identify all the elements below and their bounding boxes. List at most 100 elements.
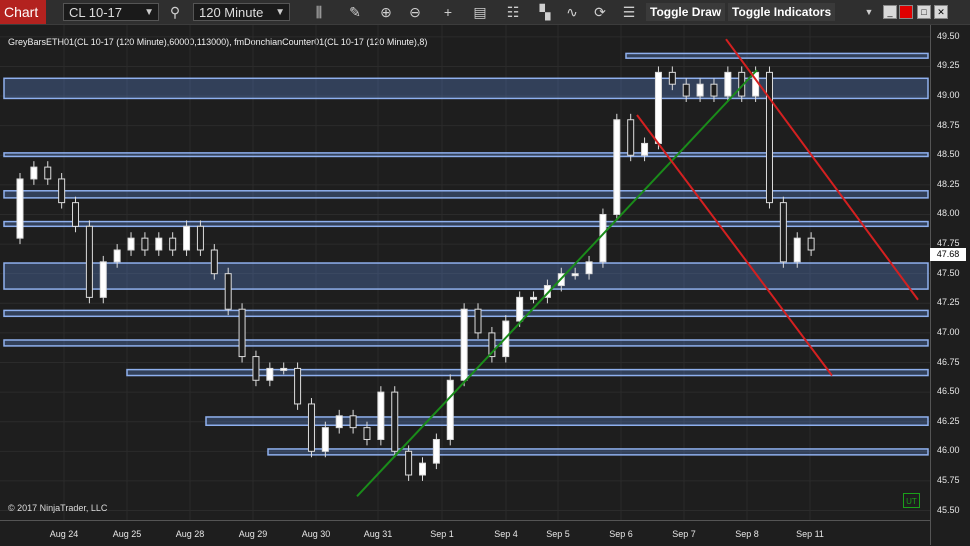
chevron-down-icon: ▼ — [275, 7, 285, 18]
price-tick-label: 46.25 — [937, 415, 960, 426]
bar-style-icon[interactable]: ⫼ — [310, 3, 328, 21]
time-tick-label: Aug 31 — [363, 529, 393, 539]
candle-body — [377, 391, 385, 440]
maximize-button[interactable]: □ — [917, 5, 931, 19]
zoom-in-icon[interactable]: ⊕ — [377, 3, 395, 21]
candle-body — [779, 202, 787, 263]
candle-body — [294, 367, 302, 405]
candle-body — [44, 166, 52, 180]
candle-body — [127, 237, 135, 251]
time-tick-label: Aug 24 — [49, 529, 79, 539]
price-tick-label: 45.75 — [937, 474, 960, 485]
support-resistance-zone — [3, 262, 929, 290]
toggle-draw-button[interactable]: Toggle Draw — [646, 3, 726, 21]
support-resistance-zone — [3, 152, 929, 158]
search-icon[interactable]: ⚲ — [166, 3, 184, 21]
price-tick-label: 47.00 — [937, 326, 960, 337]
time-tick-label: Sep 6 — [609, 529, 633, 539]
candle-body — [16, 178, 24, 239]
candle-body — [141, 237, 149, 251]
candle-body — [307, 403, 315, 452]
candle-body — [321, 427, 329, 452]
chart-window-label: Chart — [0, 0, 46, 24]
toggle-indicators-button[interactable]: Toggle Indicators — [728, 3, 836, 21]
candle-body — [599, 213, 607, 263]
candle-body — [169, 237, 177, 251]
price-tick-label: 47.75 — [937, 238, 960, 249]
candle-body — [571, 273, 579, 277]
candle-body — [363, 427, 371, 440]
candle-body — [335, 415, 343, 429]
support-resistance-zone — [3, 77, 929, 100]
chart-svg — [0, 25, 930, 520]
interval-selector[interactable]: 120 Minute ▼ — [193, 3, 290, 21]
candle-body — [419, 462, 426, 476]
time-axis: Aug 24 Aug 25 Aug 28 Aug 29 Aug 30 Aug 31 Sep … — [0, 520, 930, 546]
price-tick-label: 49.50 — [937, 30, 960, 41]
crosshair-icon[interactable]: + — [439, 3, 457, 21]
candle-body — [113, 249, 121, 263]
candle-body — [696, 83, 704, 97]
price-tick-label: 47.25 — [937, 297, 960, 308]
price-tick-label: 49.00 — [937, 90, 960, 101]
candle-body — [238, 308, 246, 358]
support-resistance-zone — [3, 190, 929, 199]
dropdown-arrow-icon[interactable]: ▼ — [860, 3, 878, 21]
candle-body — [266, 367, 274, 381]
support-resistance-zone — [126, 368, 929, 377]
time-tick-label: Sep 1 — [430, 529, 454, 539]
candle-body — [724, 71, 732, 97]
candle-body — [252, 356, 260, 381]
candle-body — [654, 71, 662, 144]
candle-body — [224, 273, 232, 310]
price-tick-label: 45.50 — [937, 504, 960, 515]
candle-body — [516, 296, 524, 322]
strategies-icon[interactable]: ▚ — [536, 3, 554, 21]
reload-icon[interactable]: ⟳ — [591, 3, 609, 21]
indicators-icon[interactable]: ∿ — [563, 3, 581, 21]
candle-body — [196, 225, 204, 251]
candle-body — [627, 119, 635, 156]
support-resistance-zone — [625, 52, 929, 59]
price-tick-label: 49.25 — [937, 60, 960, 71]
time-tick-label: Aug 30 — [301, 529, 331, 539]
candle-body — [530, 296, 538, 300]
instrument-selector[interactable]: CL 10-17 ▼ — [63, 3, 159, 21]
candle-body — [807, 237, 815, 251]
time-tick-label: Sep 11 — [796, 529, 824, 539]
minimize-button[interactable]: _ — [883, 5, 897, 19]
price-tick-label: 46.00 — [937, 445, 960, 456]
candle-body — [613, 119, 621, 215]
restore-button[interactable] — [899, 5, 913, 19]
candle-body — [72, 202, 80, 227]
candle-body — [58, 178, 66, 204]
candle-body — [85, 225, 93, 298]
chart-plot-area[interactable]: GreyBarsETH01(CL 10-17 (120 Minute),6000… — [0, 25, 930, 520]
interval-value: 120 Minute — [199, 5, 264, 20]
price-tick-label: 48.75 — [937, 119, 960, 130]
properties-icon[interactable]: ☷ — [504, 3, 522, 21]
price-tick-label: 48.25 — [937, 178, 960, 189]
pencil-draw-icon[interactable]: ✎ — [346, 3, 364, 21]
candle-body — [155, 237, 163, 251]
chevron-down-icon: ▼ — [144, 7, 154, 18]
data-box-icon[interactable]: ▤ — [471, 3, 489, 21]
last-price-marker: 47.68 — [930, 248, 966, 261]
time-tick-label: Sep 4 — [494, 529, 518, 539]
candle-body — [405, 450, 413, 476]
price-tick-label: 48.50 — [937, 149, 960, 160]
zoom-out-icon[interactable]: ⊖ — [406, 3, 424, 21]
candle-body — [349, 415, 357, 429]
status-badge: UT — [903, 493, 920, 508]
close-button[interactable]: ✕ — [934, 5, 948, 19]
candle-body — [30, 166, 38, 180]
support-resistance-zone — [267, 448, 929, 456]
time-tick-label: Sep 8 — [735, 529, 759, 539]
time-tick-label: Aug 25 — [112, 529, 142, 539]
instrument-value: CL 10-17 — [69, 5, 122, 20]
candle-body — [585, 261, 593, 275]
price-tick-label: 46.50 — [937, 386, 960, 397]
list-icon[interactable]: ☰ — [620, 3, 638, 21]
candle-body — [432, 438, 440, 464]
time-tick-label: Aug 28 — [175, 529, 205, 539]
